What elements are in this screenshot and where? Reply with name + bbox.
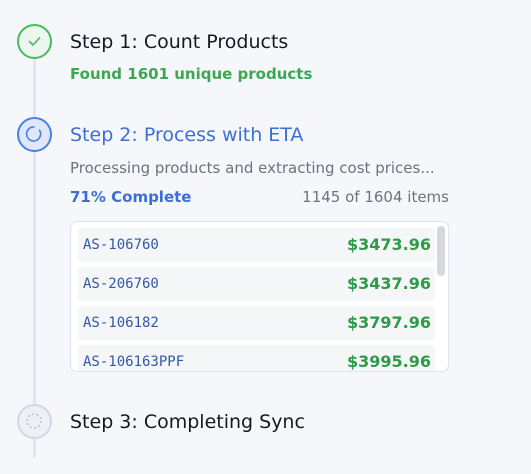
list-item: AS-106163PPF $3995.96 <box>78 345 435 371</box>
pending-circle-icon <box>17 404 52 439</box>
list-item: AS-106760 $3473.96 <box>78 228 435 262</box>
step-1-title: Step 1: Count Products <box>70 31 289 53</box>
processed-items-list[interactable]: AS-106760 $3473.96 AS-206760 $3437.96 AS… <box>70 221 449 372</box>
item-sku: AS-106163PPF <box>83 354 185 370</box>
item-sku: AS-106760 <box>83 237 159 253</box>
progress-percent: 71% Complete <box>70 188 192 206</box>
item-sku: AS-106182 <box>83 315 159 331</box>
step-2-title: Step 2: Process with ETA <box>70 124 304 146</box>
check-icon <box>17 24 52 59</box>
spinner-icon <box>17 117 52 152</box>
step-3-title: Step 3: Completing Sync <box>70 411 305 433</box>
list-item: AS-106182 $3797.96 <box>78 306 435 340</box>
item-price: $3437.96 <box>346 274 431 293</box>
step-2-status-text: Processing products and extracting cost … <box>70 159 435 177</box>
list-item: AS-206760 $3437.96 <box>78 267 435 301</box>
item-price: $3473.96 <box>346 235 431 254</box>
list-scrollbar[interactable] <box>437 226 445 276</box>
sync-progress-panel: Step 1: Count Products Found 1601 unique… <box>0 0 531 474</box>
progress-count: 1145 of 1604 items <box>302 188 449 206</box>
item-sku: AS-206760 <box>83 276 159 292</box>
step-1-result: Found 1601 unique products <box>70 65 313 83</box>
item-price: $3797.96 <box>346 313 431 332</box>
item-price: $3995.96 <box>346 352 431 371</box>
